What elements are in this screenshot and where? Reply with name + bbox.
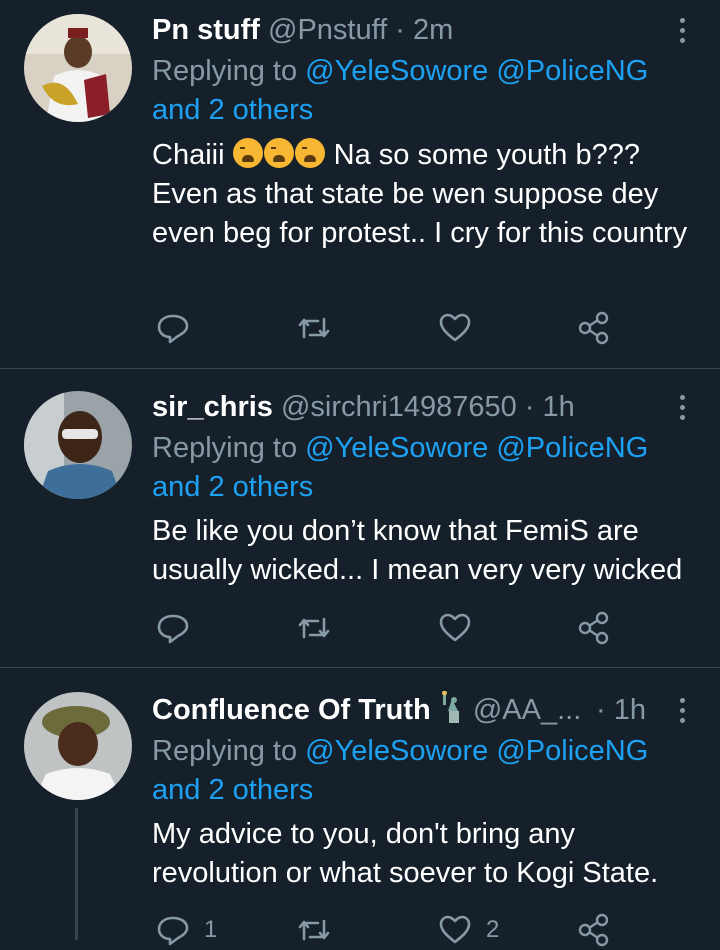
retweet-button[interactable] (296, 308, 332, 348)
retweet-button[interactable] (296, 910, 332, 950)
reply-button[interactable] (156, 608, 204, 648)
tweet[interactable]: Confluence Of Truth @AA_... · 1h Replyin… (0, 668, 720, 947)
statue-of-liberty-icon (441, 691, 459, 723)
retweet-button[interactable] (296, 608, 332, 648)
tweet-header: sir_chris @sirchri14987650 · 1h (152, 387, 660, 427)
action-bar (152, 308, 632, 348)
tweet-text-rest: Even as that state be wen suppose dey ev… (152, 178, 688, 249)
mention-links[interactable]: @YeleSowore @PoliceNG (305, 55, 648, 87)
avatar[interactable] (24, 14, 132, 122)
more-icon[interactable] (670, 10, 694, 50)
tweet-text-line: Na so some youth b??? (333, 139, 640, 171)
tweet-header: Confluence Of Truth @AA_... (152, 690, 630, 730)
display-name[interactable]: Pn stuff (152, 14, 260, 46)
retweet-icon (298, 919, 330, 941)
more-icon[interactable] (670, 690, 694, 730)
tweet-text: Chaiii Na so some youth b??? Even as tha… (152, 136, 696, 253)
others-link[interactable]: and 2 others (152, 471, 313, 503)
share-icon (578, 913, 609, 947)
timestamp[interactable]: · 1h (596, 694, 646, 726)
retweet-icon (298, 617, 330, 639)
reply-button[interactable]: 1 (156, 910, 217, 950)
reply-button[interactable] (156, 308, 204, 348)
reply-icon (157, 314, 189, 344)
handle[interactable]: @Pnstuff (268, 14, 387, 46)
handle[interactable]: @sirchri14987650 (281, 391, 517, 423)
like-button[interactable] (438, 608, 486, 648)
mention-links[interactable]: @YeleSowore @PoliceNG (305, 432, 648, 464)
tweet[interactable]: Pn stuff @Pnstuff · 2m Replying to @Yele… (0, 0, 720, 368)
mention-links[interactable]: @YeleSowore @PoliceNG (305, 735, 648, 767)
timestamp[interactable]: · 1h (525, 391, 575, 423)
others-link[interactable]: and 2 others (152, 774, 313, 806)
display-name[interactable]: Confluence Of Truth (152, 694, 431, 726)
replying-to-label: Replying to (152, 55, 298, 87)
tweet[interactable]: sir_chris @sirchri14987650 · 1h Replying… (0, 369, 720, 667)
like-button[interactable] (438, 308, 486, 348)
action-bar (152, 608, 632, 648)
crying-emoji-icon (232, 138, 326, 171)
reply-icon (157, 614, 189, 644)
display-name[interactable]: sir_chris (152, 391, 273, 423)
tweet-text: Be like you don’t know that FemiS are us… (152, 515, 683, 586)
replying-to-label: Replying to (152, 432, 298, 464)
replying-to: Replying to @YeleSowore @PoliceNG and 2 … (152, 52, 680, 130)
reply-icon (157, 916, 189, 946)
like-button[interactable]: 2 (438, 910, 499, 950)
replying-to: Replying to @YeleSowore @PoliceNG and 2 … (152, 732, 680, 810)
tweet-header: Pn stuff @Pnstuff · 2m (152, 10, 660, 50)
more-icon[interactable] (670, 387, 694, 427)
share-icon (578, 611, 609, 645)
share-icon (578, 311, 609, 345)
avatar[interactable] (24, 692, 132, 800)
replying-to-label: Replying to (152, 735, 298, 767)
timestamp[interactable]: · 2m (395, 14, 453, 46)
replying-to: Replying to @YeleSowore @PoliceNG and 2 … (152, 429, 680, 507)
handle[interactable]: @AA_... (473, 694, 581, 726)
like-icon (439, 613, 471, 642)
share-button[interactable] (578, 608, 610, 648)
timestamp-wrap: · 1h (596, 690, 660, 730)
share-button[interactable] (578, 910, 610, 950)
avatar[interactable] (24, 391, 132, 499)
thread-line (75, 808, 78, 940)
like-icon (439, 313, 471, 342)
share-button[interactable] (578, 308, 610, 348)
tweet-text-start: Chaiii (152, 139, 225, 171)
others-link[interactable]: and 2 others (152, 94, 313, 126)
retweet-icon (298, 317, 330, 339)
tweet-text: My advice to you, don't bring any revolu… (152, 818, 659, 889)
like-icon (439, 915, 471, 944)
action-bar: 1 2 (152, 910, 632, 950)
